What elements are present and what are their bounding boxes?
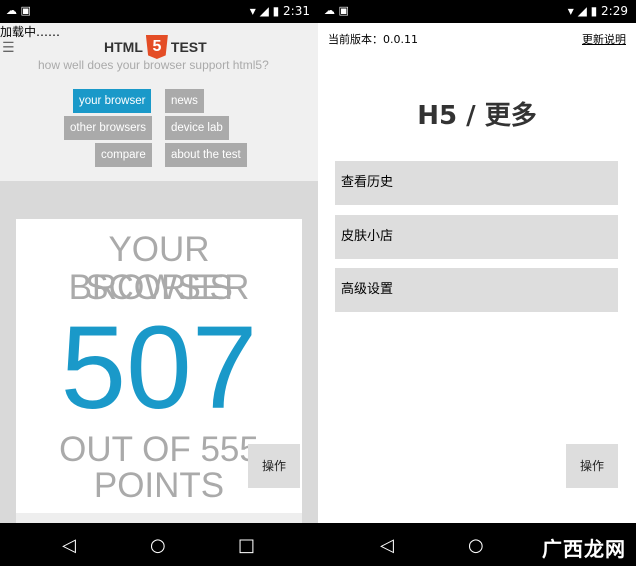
home-icon[interactable]: ○ xyxy=(150,535,166,556)
system-nav-right: ◁ ○ 广西龙网 xyxy=(318,523,636,566)
back-icon[interactable]: ◁ xyxy=(380,535,394,556)
nav-about-the-test[interactable]: about the test xyxy=(165,143,247,167)
html5-shield-icon: 5 xyxy=(145,35,168,59)
html5test-logo[interactable]: HTML 5 TEST xyxy=(104,35,207,59)
menu-item-advanced-settings[interactable]: 高级设置 xyxy=(335,268,618,312)
html5test-page: 加载中…… ☰ HTML 5 TEST how well does your b… xyxy=(0,23,318,523)
back-icon[interactable]: ◁ xyxy=(62,535,76,556)
status-bar-right: ☁ ▣ ▾ ◢ ▮ 2:29 xyxy=(318,0,636,23)
nav-other-browsers[interactable]: other browsers xyxy=(64,116,153,140)
logo-left: HTML xyxy=(104,39,143,55)
status-time: 2:31 xyxy=(283,4,310,18)
action-button[interactable]: 操作 xyxy=(566,444,618,488)
version-label: 当前版本：0.0.11 xyxy=(328,33,418,46)
menu-icon[interactable]: ☰ xyxy=(2,40,15,56)
status-time: 2:29 xyxy=(601,4,628,18)
logo-right: TEST xyxy=(170,39,207,55)
menu-item-skin-shop[interactable]: 皮肤小店 xyxy=(335,215,618,259)
notification-icons: ☁ ▣ xyxy=(324,4,349,17)
nav-news[interactable]: news xyxy=(165,89,204,113)
nav-compare[interactable]: compare xyxy=(95,143,152,167)
status-right: ▾ ◢ ▮ 2:31 xyxy=(249,4,310,18)
more-settings-page: 当前版本：0.0.11 更新说明 H5 / 更多 查看历史 皮肤小店 高级设置 … xyxy=(318,23,636,523)
nav-device-lab[interactable]: device lab xyxy=(165,116,229,140)
status-bar-left: ☁ ▣ ▾ ◢ ▮ 2:31 xyxy=(0,0,318,23)
action-button[interactable]: 操作 xyxy=(248,444,300,488)
recents-icon[interactable]: □ xyxy=(238,535,255,556)
menu-item-history[interactable]: 查看历史 xyxy=(335,161,618,205)
home-icon[interactable]: ○ xyxy=(468,535,484,556)
notification-icons: ☁ ▣ xyxy=(6,4,31,17)
system-nav-left: ◁ ○ □ xyxy=(0,523,318,566)
nav-your-browser[interactable]: your browser xyxy=(73,89,152,113)
tagline: how well does your browser support html5… xyxy=(38,58,269,72)
update-notes-link[interactable]: 更新说明 xyxy=(582,31,626,47)
next-card xyxy=(16,513,302,523)
page-title: H5 / 更多 xyxy=(417,101,537,131)
score-value: 507 xyxy=(60,302,258,434)
loading-text: 加载中…… xyxy=(0,25,61,39)
status-right: ▾ ◢ ▮ 2:29 xyxy=(567,4,628,18)
watermark: 广西龙网 xyxy=(542,537,626,561)
